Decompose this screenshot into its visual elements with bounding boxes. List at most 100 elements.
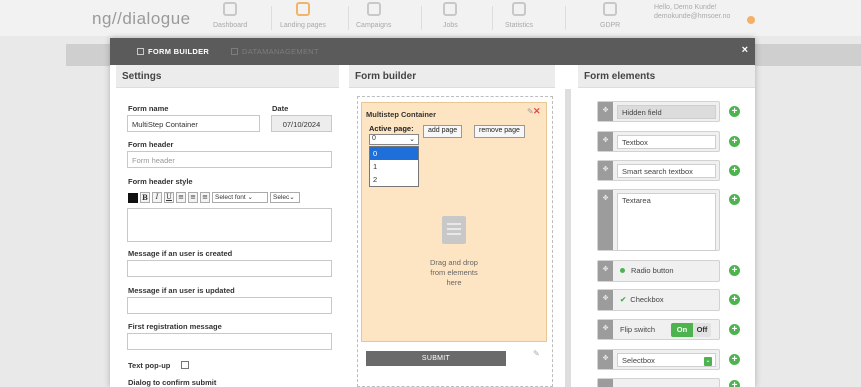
active-page-label: Active page:	[369, 124, 414, 133]
add-element-icon[interactable]: +	[729, 380, 740, 387]
nav-divider	[348, 6, 349, 30]
column-divider	[565, 89, 571, 387]
size-select[interactable]: Selec⌄	[270, 192, 300, 203]
tab-datamanagement[interactable]: DATAMANAGEMENT	[231, 38, 319, 65]
drop-hint: Drag and drop from elements here	[404, 258, 504, 288]
nav-divider	[492, 6, 493, 30]
nav-label: Campaigns	[356, 22, 392, 29]
add-element-icon[interactable]: +	[729, 265, 740, 276]
color-picker[interactable]	[128, 192, 138, 203]
element-label: Smart search textbox	[617, 164, 716, 178]
add-element-icon[interactable]: +	[729, 194, 740, 205]
tab-form-builder[interactable]: FORM BUILDER	[137, 38, 209, 65]
msg-created-label: Message if an user is created	[128, 249, 233, 258]
form-name-label: Form name	[128, 104, 169, 113]
nav-divider	[565, 6, 566, 30]
nav-jobs[interactable]: Jobs	[443, 2, 458, 34]
form-name-input[interactable]: MultiStep Container	[127, 115, 260, 132]
nav-dashboard[interactable]: Dashboard	[213, 2, 247, 34]
add-element-icon[interactable]: +	[729, 106, 740, 117]
add-element-icon[interactable]: +	[729, 165, 740, 176]
flip-switch-toggle[interactable]: On Off	[671, 323, 711, 337]
app-logo: ng//dialogue	[92, 9, 191, 28]
drag-handle-icon[interactable]: ✥	[598, 190, 613, 250]
nav-statistics[interactable]: Statistics	[505, 2, 533, 34]
page-dropdown: 0 1 2	[369, 146, 419, 187]
element-textbox[interactable]: ✥ Textbox	[597, 131, 720, 152]
date-label: Date	[272, 104, 289, 113]
element-label-text: Selectbox	[622, 356, 655, 365]
drag-handle-icon[interactable]	[598, 379, 613, 387]
drag-handle-icon[interactable]: ✥	[598, 261, 613, 281]
element-flip-switch[interactable]: ✥ Flip switch On Off	[597, 319, 720, 340]
header-style-editor[interactable]	[127, 208, 332, 242]
text-popup-checkbox[interactable]	[181, 361, 189, 369]
element-label: Textbox	[617, 135, 716, 149]
align-left-icon[interactable]: ≡	[176, 192, 186, 203]
user-avatar[interactable]	[747, 16, 755, 24]
drag-handle-icon[interactable]: ✥	[598, 290, 613, 310]
nav-landing-pages[interactable]: Landing pages	[280, 2, 326, 34]
element-smart-search[interactable]: ✥ Smart search textbox	[597, 160, 720, 181]
close-button[interactable]: ×	[742, 44, 748, 56]
msg-created-input[interactable]	[127, 260, 332, 277]
element-label-text: Checkbox	[630, 295, 664, 304]
italic-button[interactable]: I	[152, 192, 162, 203]
nav-campaigns[interactable]: Campaigns	[356, 2, 391, 34]
gears-icon	[443, 2, 458, 16]
active-page-select[interactable]: 0 ⌄	[369, 134, 419, 145]
page-option[interactable]: 2	[370, 173, 418, 186]
megaphone-icon	[366, 2, 381, 16]
form-icon	[137, 48, 144, 55]
element-next[interactable]	[597, 378, 720, 387]
document-icon	[442, 216, 466, 244]
user-email: demokunde@hmsoer.no	[654, 13, 731, 20]
drag-handle-icon[interactable]: ✥	[598, 350, 613, 369]
modal-header: FORM BUILDER DATAMANAGEMENT ×	[110, 38, 755, 65]
element-textarea[interactable]: ✥ Textarea	[597, 189, 720, 251]
edit-pencil-icon[interactable]: ✎	[533, 349, 540, 358]
add-element-icon[interactable]: +	[729, 324, 740, 335]
date-field[interactable]: 07/10/2024	[271, 115, 332, 132]
drop-hint-line: here	[446, 278, 462, 287]
add-page-button[interactable]: add page	[423, 125, 463, 138]
nav-divider	[421, 6, 422, 30]
active-page-value: 0	[372, 135, 376, 142]
element-label: Radio button	[620, 266, 674, 275]
element-label: Hidden field	[617, 105, 716, 119]
first-reg-input[interactable]	[127, 333, 332, 350]
drag-handle-icon[interactable]: ✥	[598, 161, 613, 180]
add-element-icon[interactable]: +	[729, 136, 740, 147]
drag-handle-icon[interactable]: ✥	[598, 320, 613, 339]
nav-divider	[271, 6, 272, 30]
user-icon	[603, 2, 618, 16]
submit-button[interactable]: SUBMIT	[366, 351, 506, 366]
msg-updated-input[interactable]	[127, 297, 332, 314]
page-option[interactable]: 0	[370, 147, 418, 160]
bold-button[interactable]: B	[140, 192, 150, 203]
element-hidden-field[interactable]: ✥ Hidden field	[597, 101, 720, 122]
settings-heading: Settings	[116, 65, 339, 88]
nav-label: Jobs	[443, 22, 458, 29]
checkmark-icon: ✔	[620, 295, 627, 304]
tab-label: DATAMANAGEMENT	[242, 47, 319, 56]
delete-icon[interactable]: ✕	[533, 106, 541, 117]
chevron-down-icon: ⌄	[704, 357, 712, 366]
cart-icon	[295, 2, 310, 16]
align-center-icon[interactable]: ≡	[188, 192, 198, 203]
element-selectbox[interactable]: ✥ Selectbox ⌄	[597, 349, 720, 370]
drag-handle-icon[interactable]: ✥	[598, 102, 613, 121]
align-right-icon[interactable]: ≡	[200, 192, 210, 203]
drag-handle-icon[interactable]: ✥	[598, 132, 613, 151]
font-select[interactable]: Select font ⌄	[212, 192, 268, 203]
user-info[interactable]: Hello, Demo Kunde! demokunde@hmsoer.no	[654, 3, 730, 21]
element-radio-button[interactable]: ✥ Radio button	[597, 260, 720, 282]
form-header-input[interactable]: Form header	[127, 151, 332, 168]
page-option[interactable]: 1	[370, 160, 418, 173]
element-checkbox[interactable]: ✥ ✔ Checkbox	[597, 289, 720, 311]
add-element-icon[interactable]: +	[729, 294, 740, 305]
remove-page-button[interactable]: remove page	[474, 125, 525, 138]
underline-button[interactable]: U	[164, 192, 174, 203]
add-element-icon[interactable]: +	[729, 354, 740, 365]
nav-gdpr[interactable]: GDPR	[600, 2, 620, 34]
